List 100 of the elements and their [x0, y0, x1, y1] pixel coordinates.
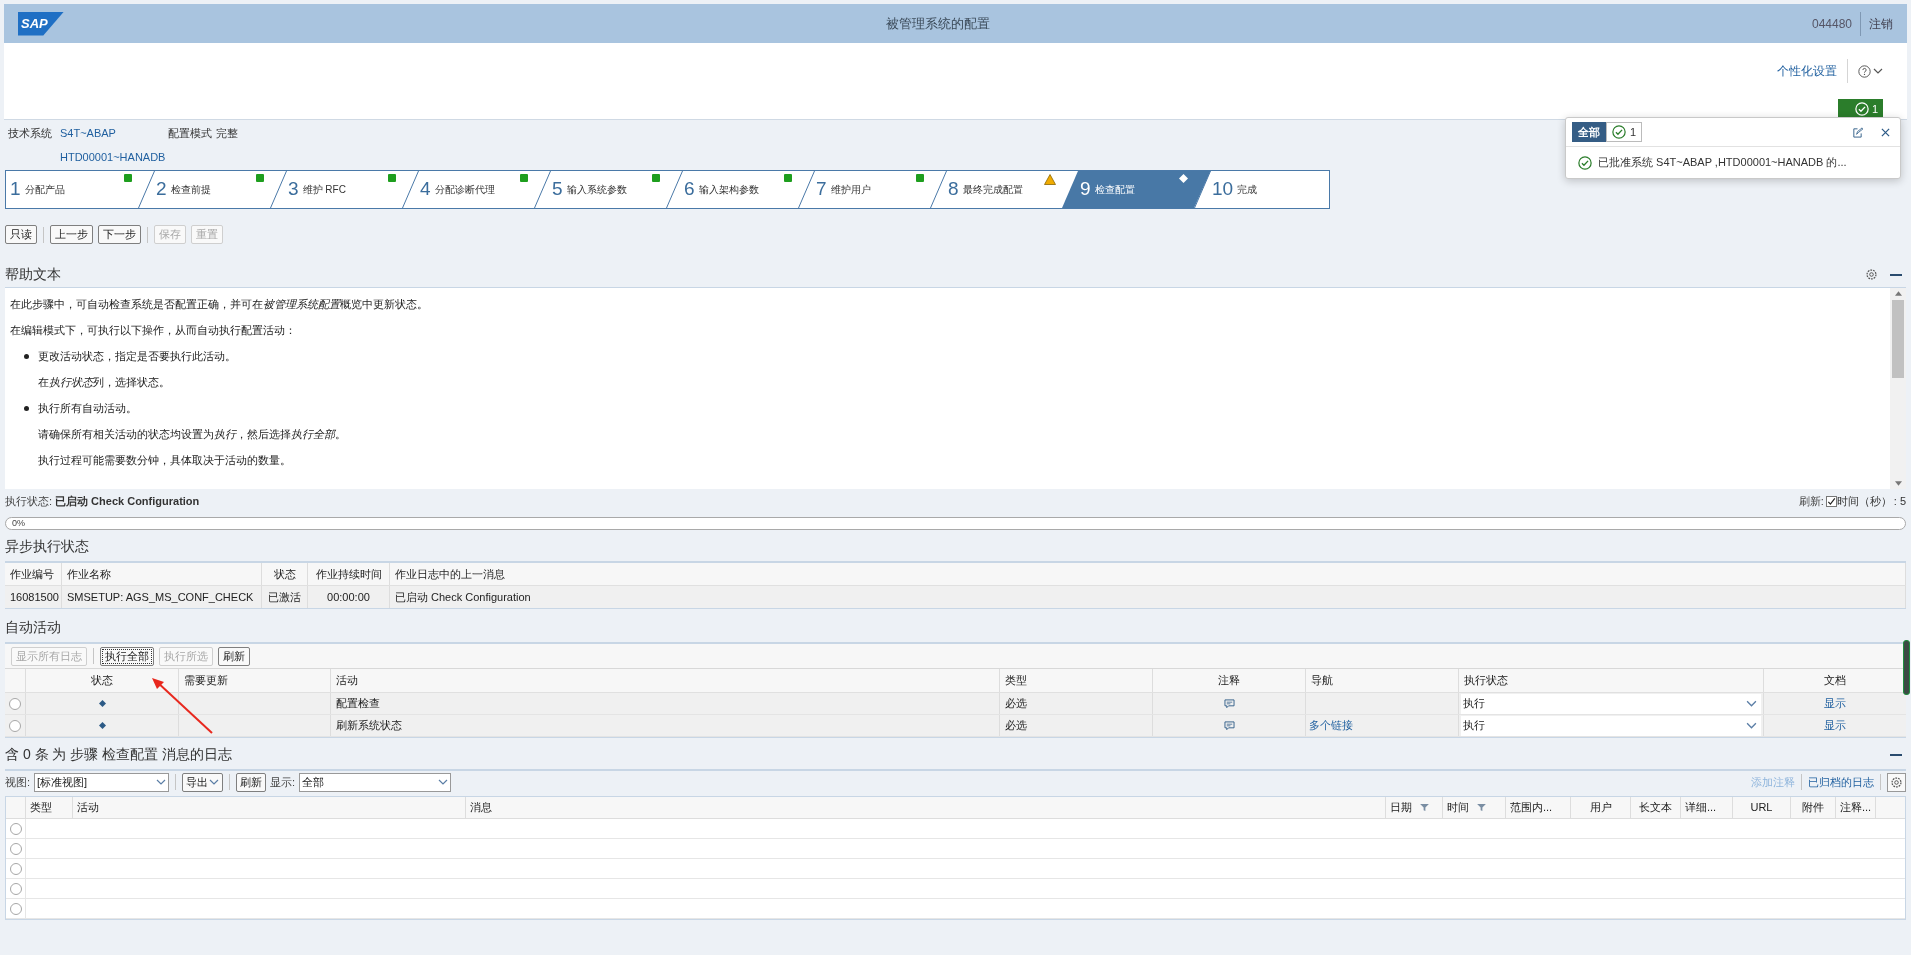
status-dropdown[interactable]: 执行 — [1461, 715, 1761, 736]
system-link[interactable]: S4T~ABAP — [60, 124, 168, 142]
scroll-down-icon[interactable] — [1894, 481, 1902, 486]
personalize-link[interactable]: 个性化设置 — [1777, 62, 1837, 80]
roadmap-step[interactable]: 2 检查前提 — [138, 171, 270, 208]
settings-icon[interactable] — [1865, 268, 1878, 281]
toolbar-button[interactable]: 执行全部 — [100, 646, 154, 666]
roadmap-step[interactable]: 10 完成 — [1194, 171, 1326, 208]
diamond-icon — [1179, 174, 1188, 183]
status-indicator — [388, 174, 396, 182]
roadmap-step[interactable]: 4 分配诊断代理 — [402, 171, 534, 208]
table-cell-text: 00:00:00 — [327, 589, 370, 605]
refresh-button[interactable]: 刷新 — [236, 772, 267, 792]
system-link[interactable]: HTD00001~HANADB — [60, 148, 166, 166]
roadmap-step[interactable]: 7 维护用户 — [798, 171, 930, 208]
close-icon[interactable] — [1881, 127, 1890, 137]
toolbar-button[interactable]: 上一步 — [50, 225, 93, 244]
help-text: 更改活动状态，指定是否要执行此活动。 — [38, 351, 236, 362]
edit-icon[interactable] — [1852, 126, 1863, 138]
logout-link[interactable]: 注销 — [1869, 14, 1893, 33]
column-header[interactable]: 类型 — [26, 797, 73, 818]
status-dropdown[interactable]: 执行 — [1461, 693, 1761, 714]
column-header[interactable]: URL — [1733, 797, 1791, 818]
table-cell-text: 必选 — [1005, 718, 1027, 734]
notification-message[interactable]: 已批准系统 S4T~ABAP ,HTD00001~HANADB 的... — [1598, 154, 1847, 171]
chevron-down-icon — [156, 777, 167, 787]
row-selector[interactable] — [9, 697, 21, 710]
row-selector[interactable] — [9, 882, 22, 895]
row-selector[interactable] — [9, 902, 22, 915]
column-header: 状态 — [273, 566, 296, 582]
column-header: 注释 — [1218, 673, 1240, 689]
row-selector[interactable] — [9, 822, 22, 835]
status-indicator — [256, 174, 264, 182]
column-header[interactable]: 范围内... — [1506, 797, 1571, 818]
help-icon — [1858, 64, 1871, 78]
user-id: 044480 — [1811, 15, 1852, 33]
scrollbar[interactable] — [1890, 288, 1906, 489]
table-cell-text: 已激活 — [268, 589, 301, 605]
chevron-down-icon — [1873, 66, 1883, 76]
row-selector[interactable] — [9, 862, 22, 875]
column-header[interactable]: 附件 — [1791, 797, 1836, 818]
display-link[interactable]: 显示 — [1824, 717, 1846, 734]
section-title: 自动活动 — [5, 618, 61, 637]
chevron-down-icon — [438, 777, 449, 787]
help-text: 在此步骤中，可自动检查系统是否配置正确，并可在被管理系统配置概览中更新状态。 — [10, 298, 428, 310]
view-dropdown[interactable]: [标准视图] — [34, 772, 170, 792]
filter-icon[interactable] — [1420, 804, 1429, 811]
field-value: 完整 — [216, 125, 238, 141]
column-header[interactable]: 详细... — [1681, 797, 1733, 818]
column-header: 类型 — [1005, 673, 1027, 689]
row-selector[interactable] — [9, 842, 22, 855]
status-indicator — [916, 174, 924, 182]
column-header[interactable]: 注释... — [1836, 797, 1876, 818]
help-text: 执行所有自动活动。 — [38, 403, 137, 414]
status-indicator — [520, 174, 528, 182]
filter-tab[interactable]: 全部 — [1572, 122, 1606, 142]
help-menu[interactable] — [1858, 64, 1883, 78]
roadmap-step[interactable]: 8 最终完成配置 — [930, 171, 1062, 208]
checkbox-label: 时间（秒） — [1836, 493, 1892, 509]
bullet-icon — [24, 406, 29, 411]
roadmap-step[interactable]: 3 维护 RFC — [270, 171, 402, 208]
warning-icon — [1044, 174, 1056, 185]
scroll-up-icon[interactable] — [1894, 291, 1902, 296]
column-header[interactable]: 活动 — [73, 797, 466, 818]
status-indicator — [652, 174, 660, 182]
bullet-icon — [24, 354, 29, 359]
field-label: 技术系统 — [8, 125, 53, 141]
filter-tab[interactable]: 1 — [1606, 122, 1643, 142]
display-link[interactable]: 显示 — [1824, 695, 1846, 712]
table-cell-text: 已启动 Check Configuration — [395, 589, 531, 605]
display-dropdown[interactable]: 全部 — [299, 772, 452, 792]
filter-icon[interactable] — [1477, 804, 1486, 811]
archived-logs-link[interactable]: 已归档的日志 — [1808, 773, 1874, 791]
column-header[interactable]: 用户 — [1571, 797, 1631, 818]
page-title: 被管理系统的配置 — [885, 14, 990, 33]
toolbar-button[interactable]: 下一步 — [98, 225, 141, 244]
navigation-link[interactable]: 多个链接 — [1309, 717, 1353, 734]
comment-icon[interactable] — [1223, 698, 1235, 709]
column-header[interactable]: 日期 — [1386, 797, 1443, 818]
comment-icon[interactable] — [1223, 720, 1235, 731]
section-title: 异步执行状态 — [5, 537, 89, 556]
roadmap-step[interactable]: 1 分配产品 — [6, 171, 138, 208]
field-value: 已启动 Check Configuration — [55, 493, 200, 509]
export-button[interactable]: 导出 — [182, 772, 224, 792]
roadmap-step[interactable]: 5 输入系统参数 — [534, 171, 666, 208]
message-button[interactable]: 1 — [1838, 99, 1883, 119]
table-cell-text: 刷新系统状态 — [336, 718, 402, 734]
row-selector[interactable] — [9, 719, 21, 732]
chevron-down-icon — [1746, 720, 1757, 731]
column-header[interactable]: 时间 — [1443, 797, 1506, 818]
toolbar-button[interactable]: 刷新 — [218, 646, 250, 666]
table-cell-text: 必选 — [1005, 696, 1027, 712]
column-header[interactable]: 消息 — [466, 797, 1386, 818]
field-label: 视图: — [5, 774, 31, 790]
column-header[interactable]: 长文本 — [1631, 797, 1681, 818]
field-label: 执行状态: — [5, 493, 53, 509]
refresh-checkbox[interactable] — [1825, 495, 1837, 507]
roadmap-step[interactable]: 6 输入架构参数 — [666, 171, 798, 208]
toolbar-button[interactable]: 只读 — [5, 225, 37, 244]
scrollbar-thumb[interactable] — [1903, 640, 1910, 695]
